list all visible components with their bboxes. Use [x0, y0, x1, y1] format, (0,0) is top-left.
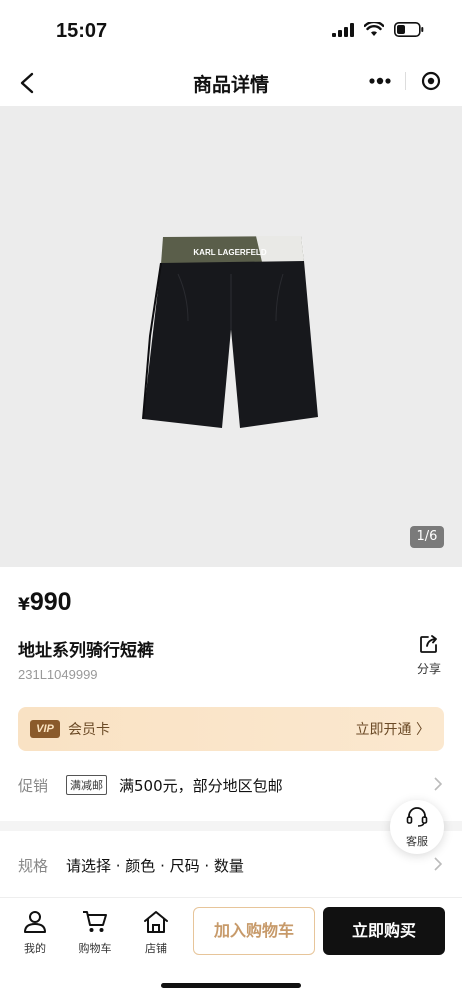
price-value: 990 [29, 588, 72, 616]
waistband-brand-text: KARL LAGERFELD [193, 248, 266, 257]
tab-store-label: 店铺 [145, 942, 167, 955]
status-bar: 15:07 [0, 0, 462, 60]
vip-membership-bar[interactable]: VIP 会员卡 立即开通 〉 [18, 707, 444, 751]
status-icons [332, 22, 424, 37]
tab-cart[interactable]: 购物车 [70, 910, 120, 956]
mini-program-capsule [362, 65, 448, 97]
vip-activate-link[interactable]: 立即开通 〉 [356, 719, 430, 739]
product-title: 地址系列骑行短裤 [18, 641, 154, 661]
customer-service-button[interactable]: 客服 [390, 800, 444, 854]
wifi-icon [364, 22, 384, 36]
product-image-gallery[interactable]: KARL LAGERFELD 1/6 [0, 106, 462, 567]
battery-icon [394, 22, 424, 37]
chevron-right-icon [434, 777, 442, 791]
share-label: 分享 [416, 662, 441, 676]
product-sku: 231L1049999 [18, 667, 98, 682]
tab-my[interactable]: 我的 [10, 910, 60, 956]
status-time: 15:07 [56, 20, 108, 42]
promotion-label: 促销 [18, 777, 49, 795]
vip-label: 会员卡 [68, 722, 110, 738]
headset-icon [406, 807, 428, 827]
price-currency: ¥ [18, 595, 30, 615]
cellular-signal-icon [332, 22, 354, 37]
promotion-tag: 满减邮 [66, 775, 107, 795]
bottom-action-bar: 我的 购物车 店铺 加入购物车 立即购买 [0, 897, 462, 1000]
more-icon[interactable] [369, 77, 391, 85]
spec-label: 规格 [18, 857, 49, 875]
add-to-cart-button[interactable]: 加入购物车 [193, 907, 315, 955]
tab-cart-label: 购物车 [78, 942, 112, 955]
vip-badge: VIP [30, 720, 60, 738]
customer-service-label: 客服 [406, 835, 428, 848]
price: ¥ 990 [18, 588, 72, 617]
product-image-shorts: KARL LAGERFELD [142, 236, 318, 428]
capsule-divider [405, 72, 407, 90]
share-icon [420, 635, 437, 653]
image-page-indicator: 1/6 [410, 526, 444, 548]
buy-now-button[interactable]: 立即购买 [323, 907, 445, 955]
store-icon [144, 911, 168, 933]
spec-text: 请选择 · 颜色 · 尺码 · 数量 [66, 857, 244, 875]
close-mini-program-icon[interactable] [421, 71, 441, 91]
promotion-text: 满500元，部分地区包邮 [119, 777, 283, 795]
share-button[interactable]: 分享 [412, 634, 446, 677]
home-indicator [161, 983, 301, 988]
user-icon [24, 911, 46, 933]
nav-bar: 商品详情 [0, 60, 462, 106]
cart-icon [83, 911, 107, 932]
chevron-right-icon [434, 857, 442, 871]
tab-my-label: 我的 [24, 942, 46, 955]
tab-store[interactable]: 店铺 [131, 910, 181, 956]
